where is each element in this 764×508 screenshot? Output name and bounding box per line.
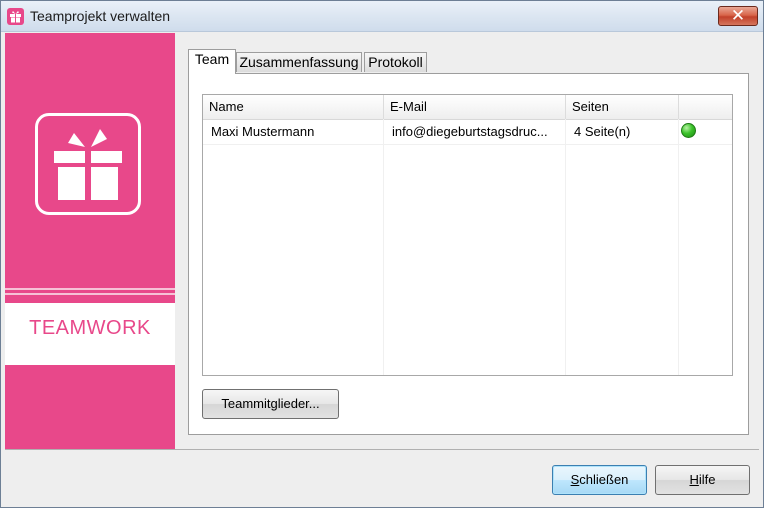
column-header-status[interactable] bbox=[679, 95, 732, 119]
main-content: Team Zusammenfassung Protokoll Name E-Ma… bbox=[176, 33, 759, 449]
dialog-window: Teamprojekt verwalten ✕ TEAMWORK Team Zu… bbox=[0, 0, 764, 508]
gift-icon bbox=[7, 8, 24, 25]
table-header: Name E-Mail Seiten bbox=[203, 95, 732, 120]
column-divider bbox=[678, 119, 679, 375]
brand-text: TEAMWORK bbox=[29, 317, 151, 339]
column-header-email[interactable]: E-Mail bbox=[384, 95, 566, 119]
status-online-icon bbox=[681, 123, 696, 138]
cell-email: info@diegeburtstagsdruc... bbox=[392, 124, 548, 139]
tab-team[interactable]: Team bbox=[188, 49, 236, 74]
table-row[interactable]: Maxi Mustermann info@diegeburtstagsdruc.… bbox=[203, 120, 732, 145]
tab-panel-team: Name E-Mail Seiten Maxi Mustermann info@… bbox=[188, 73, 749, 435]
divider bbox=[5, 449, 759, 450]
column-divider bbox=[383, 119, 384, 375]
cell-pages: 4 Seite(n) bbox=[574, 124, 631, 139]
column-header-name[interactable]: Name bbox=[203, 95, 384, 119]
team-members-button[interactable]: Teammitglieder... bbox=[202, 389, 339, 419]
cell-name: Maxi Mustermann bbox=[211, 124, 315, 139]
sidebar-banner: TEAMWORK bbox=[5, 33, 175, 449]
divider bbox=[5, 288, 175, 290]
close-button[interactable]: Schließen bbox=[552, 465, 647, 495]
team-members-table[interactable]: Name E-Mail Seiten Maxi Mustermann info@… bbox=[202, 94, 733, 376]
column-header-pages[interactable]: Seiten bbox=[566, 95, 679, 119]
help-button[interactable]: Hilfe bbox=[655, 465, 750, 495]
close-icon: ✕ bbox=[730, 6, 746, 26]
tab-label: Team bbox=[194, 51, 230, 67]
tab-protokoll[interactable]: Protokoll bbox=[364, 52, 427, 72]
tab-label: Zusammenfassung bbox=[239, 54, 359, 70]
title-bar[interactable]: Teamprojekt verwalten ✕ bbox=[1, 1, 763, 32]
tab-label: Protokoll bbox=[368, 54, 423, 70]
divider bbox=[5, 293, 175, 295]
column-divider bbox=[565, 119, 566, 375]
gift-icon bbox=[35, 113, 141, 215]
tab-zusammenfassung[interactable]: Zusammenfassung bbox=[236, 52, 362, 72]
window-title: Teamprojekt verwalten bbox=[30, 8, 171, 24]
close-window-button[interactable]: ✕ bbox=[718, 6, 758, 26]
